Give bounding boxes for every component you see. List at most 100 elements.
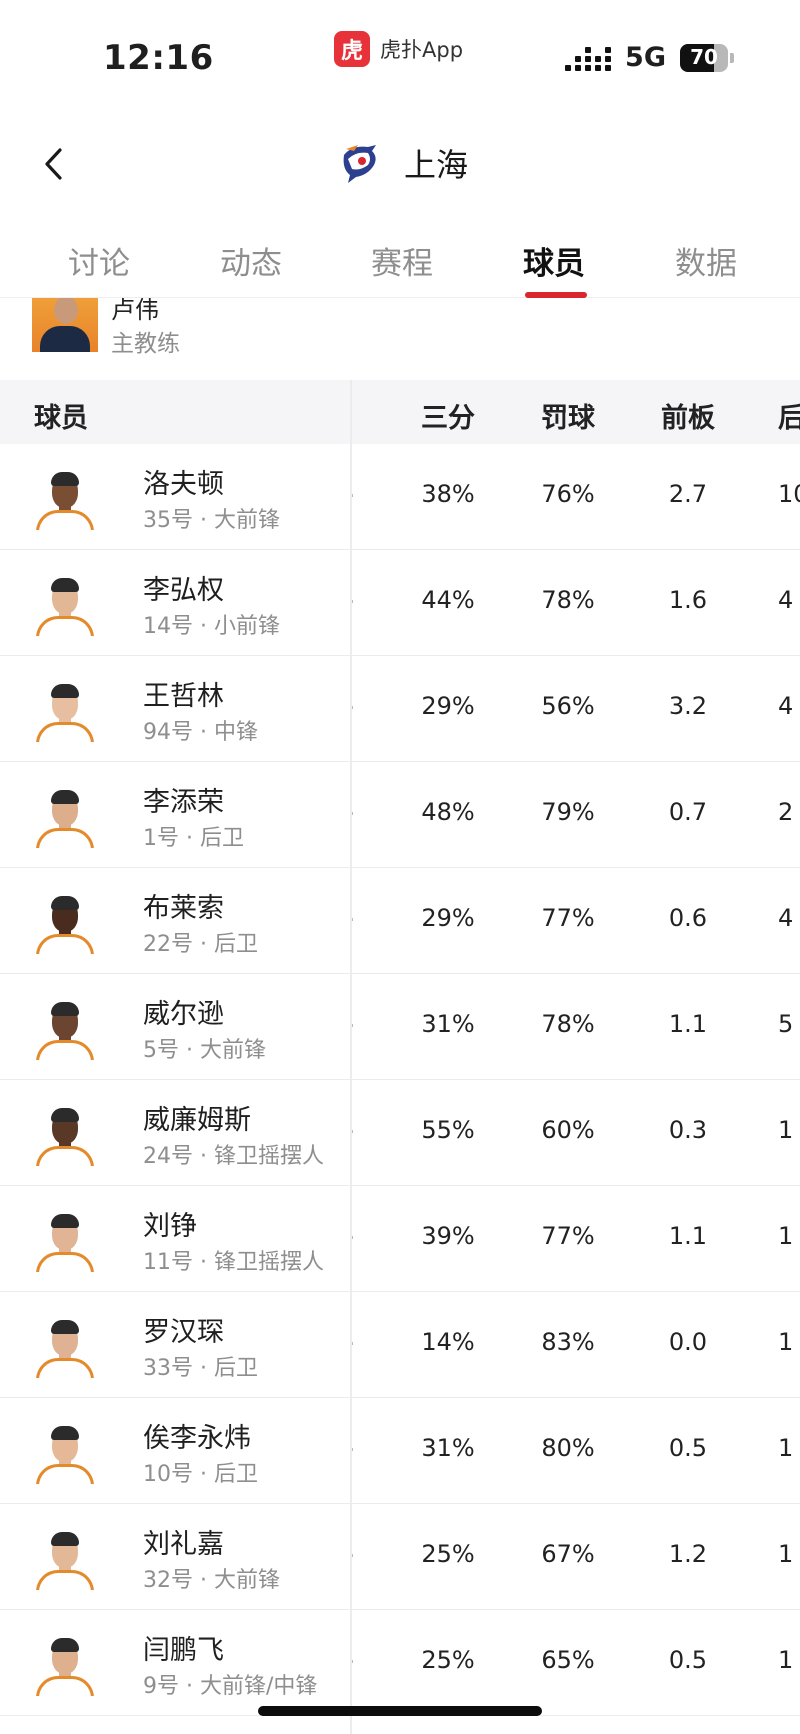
cell-defensive-rebound: 4 — [778, 904, 794, 932]
player-number-position: 94号 · 中锋 — [143, 720, 258, 745]
cell-offensive-rebound: 0.5 — [668, 1434, 708, 1462]
table-row[interactable]: 威尔逊 5号 · 大前锋 31% 78% 1.1 5 — [0, 974, 800, 1080]
player-avatar — [32, 1528, 98, 1590]
cell-three-point: 25% — [421, 1540, 475, 1568]
cell-defensive-rebound: 1 — [778, 1434, 794, 1462]
player-number-position: 24号 · 锋卫摇摆人 — [143, 1144, 324, 1169]
back-button[interactable] — [36, 144, 76, 184]
player-name: 威廉姆斯 — [143, 1105, 251, 1136]
tab-schedule[interactable]: 赛程 — [371, 238, 433, 283]
cell-offensive-rebound: 0.6 — [668, 904, 708, 932]
table-row[interactable]: 威廉姆斯 24号 · 锋卫摇摆人 55% 60% 0.3 1 — [0, 1080, 800, 1186]
header-offensive-rebound[interactable]: 前板 — [628, 396, 748, 435]
player-number-position: 14号 · 小前锋 — [143, 614, 280, 639]
player-avatar — [32, 786, 98, 848]
player-number-position: 35号 · 大前锋 — [143, 508, 280, 533]
hupu-app-logo-icon: 虎 — [334, 31, 370, 67]
status-bar: 12:16 虎 虎扑App 5G 70 — [0, 0, 800, 110]
player-avatar — [32, 1422, 98, 1484]
cell-defensive-rebound: 1 — [778, 1646, 794, 1674]
cell-three-point: 31% — [421, 1434, 475, 1462]
header-player: 球员 — [34, 403, 88, 434]
player-avatar — [32, 1104, 98, 1166]
app-badge: 虎 虎扑App — [334, 30, 463, 68]
table-row[interactable]: 洛夫顿 35号 · 大前锋 38% 76% 2.7 10 — [0, 444, 800, 550]
cell-defensive-rebound: 1 — [778, 1328, 794, 1356]
cell-defensive-rebound: 1 — [778, 1222, 794, 1250]
player-number-position: 1号 · 后卫 — [143, 826, 244, 851]
chevron-left-icon — [45, 148, 62, 180]
cell-offensive-rebound: 2.7 — [668, 480, 708, 508]
cell-three-point: 48% — [421, 798, 475, 826]
player-avatar — [32, 1210, 98, 1272]
cell-free-throw: 80% — [541, 1434, 595, 1462]
table-row[interactable]: 闫鹏飞 9号 · 大前锋/中锋 25% 65% 0.5 1 — [0, 1610, 800, 1716]
player-number-position: 10号 · 后卫 — [143, 1462, 258, 1487]
player-name: 李弘权 — [143, 575, 224, 606]
player-name: 李添荣 — [143, 787, 224, 818]
table-row[interactable]: 李弘权 14号 · 小前锋 44% 78% 1.6 4 — [0, 550, 800, 656]
coach-avatar — [32, 298, 98, 352]
coach-row[interactable]: 卢伟 主教练 — [0, 298, 800, 380]
player-number-position: 33号 · 后卫 — [143, 1356, 258, 1381]
home-indicator[interactable] — [258, 1706, 542, 1716]
player-number-position: 9号 · 大前锋/中锋 — [143, 1674, 318, 1699]
cell-offensive-rebound: 3.2 — [668, 692, 708, 720]
cell-offensive-rebound: 1.1 — [668, 1222, 708, 1250]
table-header: 球员 三分 罚球 前板 后 — [0, 380, 800, 444]
nav-bar: 上海 — [0, 130, 800, 206]
table-row[interactable]: 李添荣 1号 · 后卫 48% 79% 0.7 2 — [0, 762, 800, 868]
cell-free-throw: 83% — [541, 1328, 595, 1356]
team-header: 上海 — [338, 140, 468, 186]
cell-free-throw: 79% — [541, 798, 595, 826]
player-avatar — [32, 574, 98, 636]
cell-defensive-rebound: 1 — [778, 1116, 794, 1144]
player-number-position: 11号 · 锋卫摇摆人 — [143, 1250, 324, 1275]
table-row[interactable]: 布莱索 22号 · 后卫 29% 77% 0.6 4 — [0, 868, 800, 974]
tab-players[interactable]: 球员 — [523, 238, 585, 283]
player-number-position: 22号 · 后卫 — [143, 932, 258, 957]
player-name: 罗汉琛 — [143, 1317, 224, 1348]
cell-offensive-rebound: 0.0 — [668, 1328, 708, 1356]
player-avatar — [32, 468, 98, 530]
table-row[interactable]: 刘铮 11号 · 锋卫摇摆人 39% 77% 1.1 1 — [0, 1186, 800, 1292]
tab-news[interactable]: 动态 — [220, 238, 282, 283]
player-number-position: 32号 · 大前锋 — [143, 1568, 280, 1593]
player-number-position: 5号 · 大前锋 — [143, 1038, 266, 1063]
cell-three-point: 31% — [421, 1010, 475, 1038]
table-row[interactable]: 罗汉琛 33号 · 后卫 14% 83% 0.0 1 — [0, 1292, 800, 1398]
cell-three-point: 44% — [421, 586, 475, 614]
coach-role: 主教练 — [111, 331, 180, 357]
battery-icon: 70 — [680, 43, 728, 72]
header-three-point[interactable]: 三分 — [388, 396, 508, 435]
cell-defensive-rebound: 1 — [778, 1540, 794, 1568]
tab-stats[interactable]: 数据 — [675, 238, 737, 283]
cell-free-throw: 65% — [541, 1646, 595, 1674]
table-row[interactable]: 刘礼嘉 32号 · 大前锋 25% 67% 1.2 1 — [0, 1504, 800, 1610]
header-defensive-rebound[interactable]: 后 — [778, 396, 800, 435]
tab-discussion[interactable]: 讨论 — [68, 238, 130, 283]
frozen-column-divider — [350, 380, 352, 1734]
cell-offensive-rebound: 0.5 — [668, 1646, 708, 1674]
table-row[interactable]: 王哲林 94号 · 中锋 29% 56% 3.2 4 — [0, 656, 800, 762]
player-avatar — [32, 1634, 98, 1696]
cell-offensive-rebound: 1.2 — [668, 1540, 708, 1568]
cell-three-point: 25% — [421, 1646, 475, 1674]
player-name: 洛夫顿 — [143, 469, 224, 500]
status-indicators: 5G 70 — [565, 42, 734, 73]
player-name: 威尔逊 — [143, 999, 224, 1030]
header-free-throw[interactable]: 罚球 — [508, 396, 628, 435]
cell-three-point: 29% — [421, 692, 475, 720]
player-name: 王哲林 — [143, 681, 224, 712]
table-row[interactable]: 俟李永炜 10号 · 后卫 31% 80% 0.5 1 — [0, 1398, 800, 1504]
cell-free-throw: 76% — [541, 480, 595, 508]
player-stats-table: 球员 三分 罚球 前板 后 洛夫顿 35号 · 大前锋 38% 76% 2.7 10 李弘权… — [0, 380, 800, 1734]
player-name: 俟李永炜 — [143, 1423, 251, 1454]
cell-offensive-rebound: 1.1 — [668, 1010, 708, 1038]
cell-offensive-rebound: 0.3 — [668, 1116, 708, 1144]
cell-three-point: 38% — [421, 480, 475, 508]
player-name: 刘礼嘉 — [143, 1529, 224, 1560]
cell-free-throw: 78% — [541, 586, 595, 614]
battery-level: 70 — [690, 44, 718, 69]
cell-defensive-rebound: 4 — [778, 586, 794, 614]
